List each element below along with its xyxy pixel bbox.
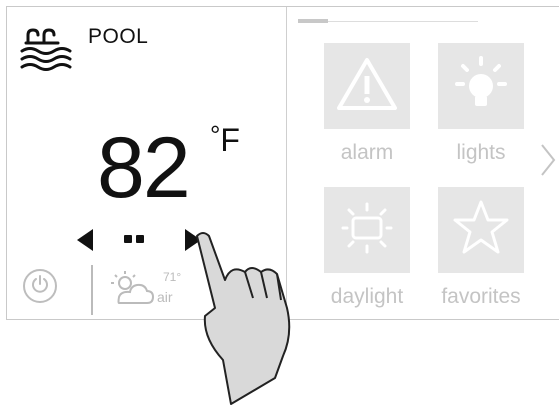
page-indicator [298,19,328,23]
hand-pointer-icon [175,228,315,413]
tile-daylight-label: daylight [330,285,404,308]
alarm-icon [335,54,399,119]
tile-daylight[interactable] [324,187,410,273]
tile-favorites-label: favorites [441,285,521,308]
indicator-track [328,21,478,22]
page-dot-2[interactable] [136,235,144,243]
next-page-icon[interactable] [540,143,556,182]
degree-symbol: ° [210,120,221,150]
star-icon [449,196,513,265]
pool-title: POOL [88,25,149,48]
previous-arrow-button[interactable] [77,229,93,251]
page-dot-1[interactable] [124,235,132,243]
tile-lights[interactable] [438,43,524,129]
daylight-icon [335,196,399,265]
power-icon [30,274,50,299]
menu-panel: alarm lights daylight favorites [288,7,559,319]
temperature-unit: °F [210,120,240,159]
tile-alarm[interactable] [324,43,410,129]
unit-letter: F [220,122,240,158]
lightbulb-icon [449,52,513,121]
pool-icon [18,21,82,82]
tile-favorites[interactable] [438,187,524,273]
temperature-value: 82 [97,120,191,216]
tile-alarm-label: alarm [340,141,394,164]
divider [91,265,93,315]
outdoor-label: air [157,289,173,305]
tile-lights-label: lights [456,141,506,164]
partly-cloudy-icon [107,269,157,314]
power-button[interactable] [23,269,57,303]
